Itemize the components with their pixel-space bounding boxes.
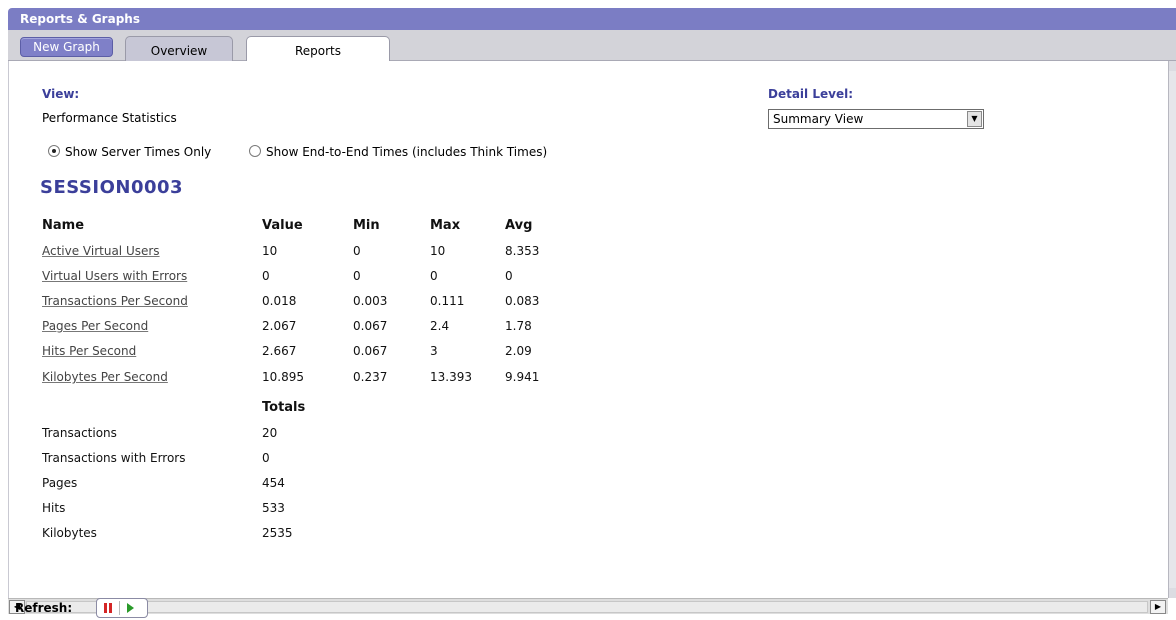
metric-link[interactable]: Kilobytes Per Second xyxy=(42,370,168,384)
metric-min: 0 xyxy=(353,244,361,258)
metric-min: 0 xyxy=(353,269,361,283)
chevron-down-icon[interactable]: ▼ xyxy=(967,111,982,127)
metric-value: 2.667 xyxy=(262,344,297,358)
scroll-right-icon[interactable]: ▶ xyxy=(1150,600,1166,614)
metric-value: 2.067 xyxy=(262,319,297,333)
scroll-up-icon[interactable] xyxy=(1169,61,1176,71)
total-value: 2535 xyxy=(262,526,293,540)
totals-header: Totals xyxy=(262,400,306,415)
metric-avg: 8.353 xyxy=(505,244,540,258)
tab-reports[interactable]: Reports xyxy=(246,36,390,62)
radio-server-times-label[interactable]: Show Server Times Only xyxy=(65,145,211,159)
radio-end-to-end-times[interactable] xyxy=(249,145,261,157)
metric-avg: 0.083 xyxy=(505,294,540,308)
tab-strip: New Graph Overview Reports xyxy=(8,30,1176,62)
scroll-track[interactable] xyxy=(26,601,1148,613)
total-value: 0 xyxy=(262,451,270,465)
detail-level-value: Summary View xyxy=(773,112,864,126)
report-panel xyxy=(8,61,1168,598)
total-value: 533 xyxy=(262,501,285,515)
metric-max: 3 xyxy=(430,344,438,358)
metric-link[interactable]: Hits Per Second xyxy=(42,344,136,358)
col-header-avg: Avg xyxy=(505,218,533,233)
total-label: Kilobytes xyxy=(42,526,97,540)
refresh-divider xyxy=(119,601,120,615)
horizontal-scrollbar[interactable]: ◀ ▶ xyxy=(8,598,1168,614)
metric-avg: 2.09 xyxy=(505,344,532,358)
total-label: Transactions with Errors xyxy=(42,451,186,465)
detail-level-select[interactable]: Summary View ▼ xyxy=(768,109,984,129)
metric-link[interactable]: Active Virtual Users xyxy=(42,244,160,258)
window-title: Reports & Graphs xyxy=(8,8,1176,30)
metric-avg: 1.78 xyxy=(505,319,532,333)
metric-max: 13.393 xyxy=(430,370,472,384)
metric-value: 0.018 xyxy=(262,294,297,308)
col-header-value: Value xyxy=(262,218,303,233)
metric-max: 2.4 xyxy=(430,319,450,333)
total-value: 454 xyxy=(262,476,285,490)
metric-max: 0 xyxy=(430,269,438,283)
metric-min: 0.067 xyxy=(353,344,388,358)
metric-value: 10 xyxy=(262,244,278,258)
refresh-control xyxy=(96,598,148,618)
col-header-max: Max xyxy=(430,218,461,233)
vertical-scrollbar[interactable] xyxy=(1168,61,1176,598)
col-header-min: Min xyxy=(353,218,380,233)
pause-icon[interactable] xyxy=(104,603,113,613)
refresh-label: Refresh: xyxy=(15,601,73,615)
scroll-down-icon[interactable] xyxy=(1169,588,1176,598)
radio-end-to-end-label[interactable]: Show End-to-End Times (includes Think Ti… xyxy=(266,145,547,159)
tab-overview[interactable]: Overview xyxy=(125,36,233,61)
metric-min: 0.003 xyxy=(353,294,388,308)
metric-max: 10 xyxy=(430,244,446,258)
metric-max: 0.111 xyxy=(430,294,465,308)
session-title: SESSION0003 xyxy=(40,177,184,198)
metric-value: 10.895 xyxy=(262,370,304,384)
detail-level-label: Detail Level: xyxy=(768,87,853,101)
total-label: Pages xyxy=(42,476,78,490)
total-label: Hits xyxy=(42,501,66,515)
total-label: Transactions xyxy=(42,426,117,440)
metric-link[interactable]: Transactions Per Second xyxy=(42,294,188,308)
metric-avg: 9.941 xyxy=(505,370,540,384)
play-icon[interactable] xyxy=(127,603,134,613)
metric-value: 0 xyxy=(262,269,270,283)
radio-server-times[interactable] xyxy=(48,145,60,157)
view-label: View: xyxy=(42,87,80,101)
metric-link[interactable]: Virtual Users with Errors xyxy=(42,269,187,283)
metric-avg: 0 xyxy=(505,269,513,283)
new-graph-button[interactable]: New Graph xyxy=(20,37,113,57)
total-value: 20 xyxy=(262,426,278,440)
view-value: Performance Statistics xyxy=(42,111,177,125)
metric-min: 0.067 xyxy=(353,319,388,333)
metric-link[interactable]: Pages Per Second xyxy=(42,319,148,333)
metric-min: 0.237 xyxy=(353,370,388,384)
col-header-name: Name xyxy=(42,218,85,233)
